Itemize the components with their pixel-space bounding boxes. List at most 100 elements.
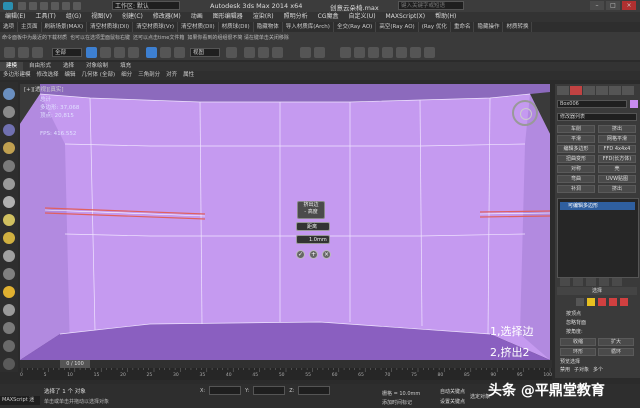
tube-icon[interactable] [3,196,15,208]
scale-icon[interactable] [174,47,185,58]
plugin-item[interactable]: 主页面 [18,22,42,32]
ribbon-panel-triangulate[interactable]: 三角剖分 [135,71,163,80]
project-folder-icon[interactable] [73,2,81,10]
teapot-icon[interactable] [3,88,15,100]
modifier-button[interactable]: 平滑 [557,135,595,143]
ribbon-tab-selection[interactable]: 选择 [57,62,80,71]
selection-filter-dropdown[interactable]: 全部 [52,48,82,57]
percent-snap-icon[interactable] [272,47,283,58]
render-icon[interactable] [424,47,435,58]
light-icon[interactable] [3,142,15,154]
modifier-list-dropdown[interactable]: 修改器列表 [557,113,637,121]
plugin-item[interactable]: 隐藏物体 [254,22,283,32]
plugin-item[interactable]: 清空材质球(Dll) [87,22,134,32]
extrude-height-field[interactable]: 距离 [296,222,330,231]
set-key-button[interactable]: 设置关键点 [440,398,465,405]
modifier-button[interactable]: 对称 [557,165,595,173]
ribbon-tab-populate[interactable]: 填充 [114,62,137,71]
hierarchy-tab-icon[interactable] [583,86,595,95]
ribbon-tab-object-paint[interactable]: 对象绘制 [80,62,114,71]
menu-animation[interactable]: 动画 [186,12,208,22]
ribbon-panel-geometry[interactable]: 几何体 (全部) [79,71,119,80]
ignore-backfacing-checkbox[interactable]: 忽略背面 [566,319,586,326]
viewcube-icon[interactable] [512,100,538,126]
menu-maxscript[interactable]: MAXScript(X) [381,12,431,22]
loop-button[interactable]: 循环 [598,348,634,356]
time-slider-track[interactable] [20,360,552,368]
ribbon-panel-edit[interactable]: 编辑 [62,71,79,80]
sphere-icon[interactable] [3,124,15,136]
display-tab-icon[interactable] [609,86,621,95]
reference-coord-dropdown[interactable]: 视图 [190,48,220,57]
plugin-item[interactable]: (Ray 优化 [419,22,451,32]
modify-tab-icon[interactable] [570,86,582,95]
torus-icon[interactable] [3,232,15,244]
caddy-apply-button[interactable]: + [309,250,318,259]
modifier-button[interactable]: 弯曲 [557,175,595,183]
add-time-tag[interactable]: 添加时间标记 [382,399,412,406]
plugin-item[interactable]: 材质球(Dll) [219,22,254,32]
open-file-icon[interactable] [29,2,37,10]
rotate-icon[interactable] [160,47,171,58]
ring-button[interactable]: 环形 [560,348,596,356]
y-coordinate-field[interactable] [253,386,286,395]
caddy-cancel-button[interactable]: × [322,250,331,259]
menu-tools[interactable]: 工具(T) [30,12,60,22]
selection-rollout-header[interactable]: 选择 [557,287,637,295]
menu-graph-editors[interactable]: 图形编辑器 [208,12,248,22]
box-icon[interactable] [3,106,15,118]
modifier-button[interactable]: UVW贴图 [598,175,636,183]
helper-icon[interactable] [3,322,15,334]
ribbon-panel-properties[interactable]: 属性 [180,71,197,80]
move-icon[interactable] [146,47,157,58]
menu-modifiers[interactable]: 修改器(M) [148,12,186,22]
menu-create[interactable]: 创建(C) [117,12,148,22]
cylinder-icon[interactable] [3,178,15,190]
plugin-item[interactable]: 刷新场景(MAX) [42,22,88,32]
modifier-button[interactable]: 补洞 [557,185,595,193]
rect-selection-icon[interactable] [114,47,125,58]
save-file-icon[interactable] [40,2,48,10]
x-coordinate-field[interactable] [209,386,242,395]
auto-key-button[interactable]: 自动关键点 [440,388,465,395]
key-filter-dropdown[interactable]: 选定对象 [470,393,490,400]
system-icon[interactable] [3,358,15,370]
grow-button[interactable]: 扩大 [598,338,634,346]
remove-modifier-icon[interactable] [599,278,609,286]
render-frame-icon[interactable] [410,47,421,58]
plugin-item[interactable]: 选项 [0,22,19,32]
track-bar[interactable]: 0 5 10 15 20 25 30 35 40 45 50 55 60 65 … [20,368,552,380]
menu-lighting[interactable]: 照明分析 [279,12,313,22]
redo-icon[interactable] [62,2,70,10]
plugin-item[interactable]: 清空材质(Dll) [178,22,219,32]
show-end-result-icon[interactable] [573,278,583,286]
by-vertex-checkbox[interactable]: 按顶点 [566,310,581,317]
menu-customize[interactable]: 自定义(U) [343,12,380,22]
modifier-button[interactable]: 扭曲变形 [557,155,595,163]
window-crossing-icon[interactable] [128,47,139,58]
modifier-button[interactable]: 编辑多边形 [557,145,595,153]
edge-level-icon[interactable] [587,298,595,306]
undo-icon[interactable] [51,2,59,10]
undo-icon[interactable] [4,47,15,58]
create-tab-icon[interactable] [557,86,569,95]
ribbon-panel-modify-sel[interactable]: 修改选择 [34,71,62,80]
pivot-icon[interactable] [226,47,237,58]
modifier-button[interactable]: FFD(长方体) [598,155,636,163]
object-color-swatch[interactable] [630,100,638,108]
close-button[interactable]: × [622,1,636,10]
maxscript-listener[interactable]: MAXScript 迷 [0,396,40,405]
material-editor-icon[interactable] [382,47,393,58]
select-by-name-icon[interactable] [100,47,111,58]
extrude-width-field[interactable]: 1.0mm [296,235,330,244]
select-object-icon[interactable] [86,47,97,58]
viewport-label[interactable]: [+][透视][真实] [24,85,63,93]
render-setup-icon[interactable] [396,47,407,58]
preview-subobject-radio[interactable]: 子对象 [574,366,589,373]
perspective-viewport[interactable] [20,84,550,360]
plugin-item[interactable]: 材质转换 [503,22,533,32]
modifier-button[interactable]: 网格平滑 [598,135,636,143]
z-coordinate-field[interactable] [298,386,331,395]
plugin-item[interactable]: 全交(Ray AO) [334,22,377,32]
curve-editor-icon[interactable] [354,47,365,58]
